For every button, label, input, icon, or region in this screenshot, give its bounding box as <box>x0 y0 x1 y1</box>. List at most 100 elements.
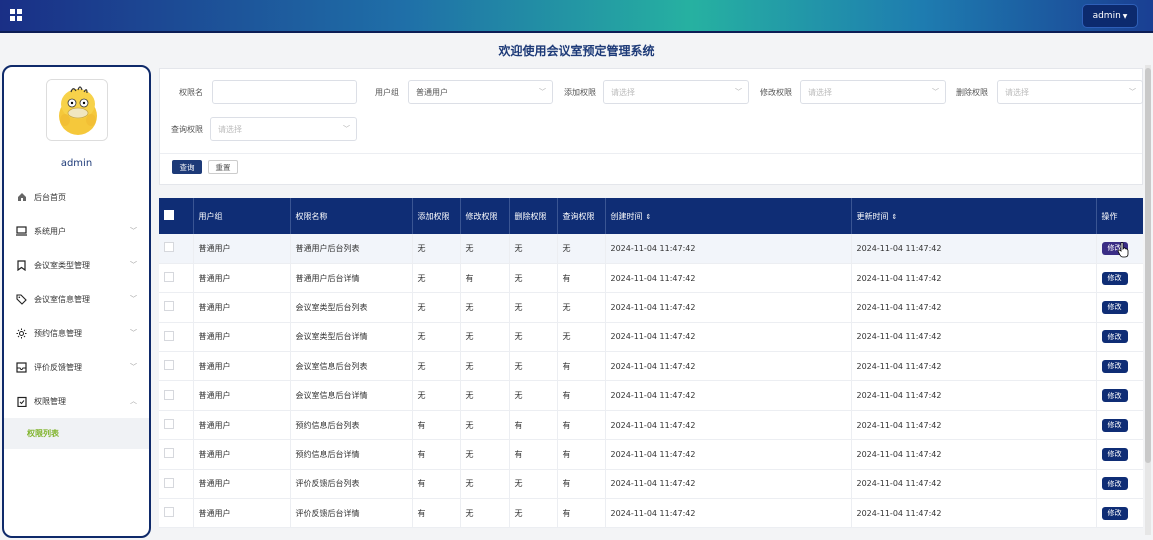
chevron-up-icon: ︿ <box>130 397 137 405</box>
row-select-cell[interactable] <box>159 322 194 353</box>
edit-button[interactable]: 修改 <box>1101 477 1128 491</box>
cell-created-time: 2024-11-04 11:47:42 <box>605 439 852 470</box>
row-checkbox[interactable] <box>164 389 174 400</box>
sidebar-item-feedback[interactable]: 评价反馈管理 ﹀ <box>4 350 149 384</box>
row-select-cell[interactable] <box>159 469 194 500</box>
row-checkbox[interactable] <box>164 360 174 371</box>
sidebar-item-room-type[interactable]: 会议室类型管理 ﹀ <box>4 248 149 282</box>
cell-user-group: 普通用户 <box>193 439 291 470</box>
cell-query-perm: 无 <box>557 234 606 264</box>
cell-updated-time: 2024-11-04 11:47:42 <box>851 322 1097 353</box>
cell-perm-name: 预约信息后台详情 <box>290 439 413 470</box>
table-row[interactable]: 普通用户 会议室信息后台列表无无无有 2024-11-04 11:47:42 2024… <box>159 351 1143 382</box>
row-checkbox[interactable] <box>164 419 174 430</box>
edit-button[interactable]: 修改 <box>1101 418 1128 432</box>
row-checkbox[interactable] <box>164 301 174 312</box>
cell-updated-time: 2024-11-04 11:47:42 <box>851 498 1097 528</box>
caret-down-icon: ▼ <box>1122 12 1128 20</box>
row-select-cell[interactable] <box>159 263 194 294</box>
row-select-cell[interactable] <box>159 410 194 441</box>
query-perm-label: 查询权限 <box>171 125 203 134</box>
edit-button[interactable]: 修改 <box>1101 300 1128 314</box>
add-perm-select[interactable]: 请选择 ﹀ <box>603 80 749 104</box>
cell-updated-time: 2024-11-04 11:47:42 <box>851 439 1097 470</box>
row-checkbox[interactable] <box>164 272 174 283</box>
chevron-down-icon: ﹀ <box>1129 88 1136 96</box>
edit-button[interactable]: 修改 <box>1101 271 1128 285</box>
delete-perm-select[interactable]: 请选择 ﹀ <box>997 80 1143 104</box>
chevron-down-icon: ﹀ <box>343 125 350 133</box>
cell-perm-name: 会议室信息后台列表 <box>290 351 413 382</box>
col-created-time[interactable]: 创建时间 ⇕ <box>605 198 852 234</box>
sidebar-item-room-info[interactable]: 会议室信息管理 ﹀ <box>4 282 149 316</box>
chevron-down-icon: ﹀ <box>539 88 546 96</box>
user-group-select[interactable]: 普通用户 ﹀ <box>408 80 553 104</box>
table-row[interactable]: 普通用户 评价反馈后台列表有无无有 2024-11-04 11:47:42 2024-… <box>159 469 1143 500</box>
table-row[interactable]: 普通用户 会议室信息后台详情无无无有 2024-11-04 11:47:42 2024… <box>159 380 1143 411</box>
edit-perm-select[interactable]: 请选择 ﹀ <box>800 80 946 104</box>
sidebar-username: admin <box>60 158 93 169</box>
select-all-cell[interactable] <box>159 198 194 234</box>
sort-icon[interactable]: ⇕ <box>892 213 898 221</box>
cell-user-group: 普通用户 <box>193 322 291 353</box>
cell-edit-perm: 无 <box>460 498 510 528</box>
sidebar-item-permissions[interactable]: 权限管理 ︿ <box>4 384 149 418</box>
row-checkbox[interactable] <box>164 448 174 459</box>
chevron-down-icon: ﹀ <box>130 363 137 371</box>
sidebar-item-system-users[interactable]: 系统用户 ﹀ <box>4 214 149 248</box>
row-checkbox[interactable] <box>164 477 174 488</box>
row-select-cell[interactable] <box>159 234 194 264</box>
edit-button[interactable]: 修改 <box>1101 330 1128 344</box>
scrollbar-thumb[interactable] <box>1145 68 1151 463</box>
cell-query-perm: 有 <box>557 263 606 294</box>
edit-button[interactable]: 修改 <box>1101 447 1128 461</box>
table-row[interactable]: 普通用户 会议室类型后台详情无无无无 2024-11-04 11:47:42 2024… <box>159 322 1143 353</box>
sidebar-item-home[interactable]: 后台首页 <box>4 180 149 214</box>
query-perm-select[interactable]: 请选择 ﹀ <box>210 117 357 141</box>
table-row[interactable]: 普通用户 预约信息后台列表有无有有 2024-11-04 11:47:42 2024-… <box>159 410 1143 441</box>
cell-perm-name: 普通用户后台详情 <box>290 263 413 294</box>
table-row[interactable]: 普通用户 预约信息后台详情有无有有 2024-11-04 11:47:42 2024-… <box>159 439 1143 470</box>
sidebar-item-booking[interactable]: 预约信息管理 ﹀ <box>4 316 149 350</box>
sidebar-item-label: 权限管理 <box>34 396 66 406</box>
cell-edit-perm: 无 <box>460 322 510 353</box>
search-button[interactable]: 查询 <box>172 160 202 174</box>
cell-user-group: 普通用户 <box>193 234 291 264</box>
row-select-cell[interactable] <box>159 380 194 411</box>
chevron-down-icon: ﹀ <box>130 261 137 269</box>
perm-name-input[interactable] <box>212 80 357 104</box>
sidebar-subitem-permission-list[interactable]: 权限列表 <box>4 418 149 449</box>
col-delete-perm: 删除权限 <box>509 198 558 234</box>
sidebar-item-label: 系统用户 <box>34 226 66 236</box>
row-select-cell[interactable] <box>159 439 194 470</box>
edit-button[interactable]: 修改 <box>1101 359 1128 373</box>
cell-edit-perm: 无 <box>460 351 510 382</box>
row-select-cell[interactable] <box>159 292 194 323</box>
edit-button[interactable]: 修改 <box>1101 506 1128 520</box>
row-checkbox[interactable] <box>164 330 174 341</box>
table-row[interactable]: 普通用户 会议室类型后台列表无无无无 2024-11-04 11:47:42 2024… <box>159 292 1143 323</box>
user-group-value: 普通用户 <box>416 87 448 97</box>
row-select-cell[interactable] <box>159 498 194 528</box>
table-row[interactable]: 普通用户 评价反馈后台详情有无无有 2024-11-04 11:47:42 2024-… <box>159 498 1143 528</box>
table-row[interactable]: 普通用户 普通用户后台详情无有无有 2024-11-04 11:47:42 2024-… <box>159 263 1143 294</box>
cell-created-time: 2024-11-04 11:47:42 <box>605 351 852 382</box>
reset-button[interactable]: 重置 <box>208 160 238 174</box>
cell-delete-perm: 无 <box>509 263 558 294</box>
row-checkbox[interactable] <box>164 507 174 518</box>
page-title: 欢迎使用会议室预定管理系统 <box>498 44 655 58</box>
edit-button[interactable]: 修改 <box>1101 389 1128 403</box>
permissions-table: 用户组 权限名称 添加权限 修改权限 删除权限 查询权限 创建时间 ⇕ 更新时间 ⇕… <box>159 198 1143 528</box>
col-updated-time[interactable]: 更新时间 ⇕ <box>851 198 1097 234</box>
table-row[interactable]: 普通用户 普通用户后台列表无无无无 2024-11-04 11:47:42 2024-… <box>159 234 1143 264</box>
cell-actions: 修改 <box>1096 498 1143 528</box>
row-checkbox[interactable] <box>164 242 174 253</box>
sort-icon[interactable]: ⇕ <box>646 213 652 221</box>
delete-perm-label: 删除权限 <box>956 88 988 97</box>
cell-query-perm: 有 <box>557 469 606 500</box>
cell-perm-name: 普通用户后台列表 <box>290 234 413 264</box>
row-select-cell[interactable] <box>159 351 194 382</box>
grid-menu-icon[interactable] <box>10 9 22 21</box>
select-all-checkbox[interactable] <box>164 210 174 220</box>
user-menu-button[interactable]: admin ▼ <box>1082 4 1138 28</box>
